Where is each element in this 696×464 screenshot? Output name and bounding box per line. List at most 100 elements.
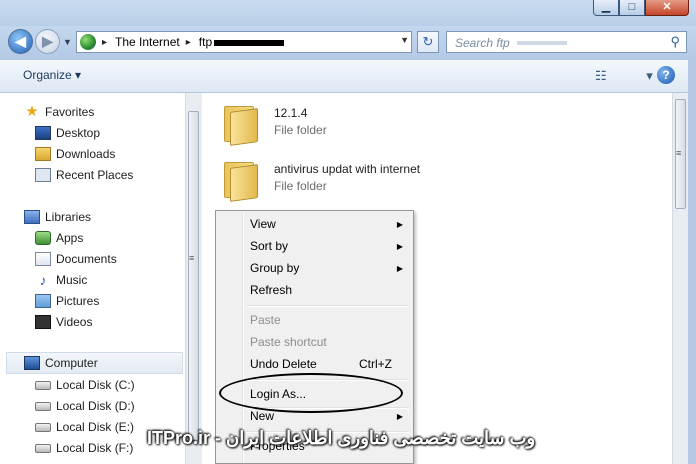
menu-item-label: View (250, 217, 276, 231)
menu-separator (246, 305, 409, 307)
downloads-folder-icon (35, 147, 51, 161)
nav-item-desktop[interactable]: Desktop (35, 123, 100, 143)
libraries-icon (24, 210, 40, 224)
menu-item-label: Group by (250, 261, 300, 275)
navigation-scrollbar-thumb[interactable] (188, 111, 199, 441)
nav-item-drive-d[interactable]: Local Disk (D:) (35, 396, 135, 416)
watermark-text: ITPro.ir - وب سایت تخصصی فناوری اطلاعات … (147, 428, 536, 448)
nav-label: Documents (56, 252, 117, 266)
nav-label: Computer (45, 356, 98, 370)
nav-item-drive-e[interactable]: Local Disk (E:) (35, 417, 134, 437)
address-bar-area: ◀ ▶ ▼ ▸ The Internet ▸ ftp ▼ ↻ Search ft… (0, 26, 696, 60)
menu-item-new[interactable]: New ▶ (218, 405, 411, 427)
content-scrollbar[interactable]: ≡ (672, 93, 689, 464)
submenu-arrow-icon: ▶ (396, 263, 403, 273)
nav-label: Downloads (56, 147, 116, 161)
nav-label: Pictures (56, 294, 100, 308)
file-name: antivirus updat with internet (274, 162, 421, 176)
nav-item-pictures[interactable]: Pictures (35, 291, 99, 311)
nav-label: Desktop (56, 126, 101, 140)
minimize-button[interactable]: ▁ (593, 0, 619, 16)
folder-icon (220, 160, 260, 202)
file-name: 12.1.4 (274, 106, 308, 120)
videos-icon (35, 315, 51, 329)
file-type: File folder (274, 123, 327, 137)
menu-item-label: Login As... (250, 387, 307, 401)
menu-item-label: Paste (250, 313, 281, 327)
window-frame-edge (688, 60, 696, 464)
back-button[interactable]: ◀ (8, 29, 33, 54)
menu-item-sort-by[interactable]: Sort by ▶ (218, 235, 411, 257)
hard-disk-icon (35, 422, 51, 432)
nav-item-videos[interactable]: Videos (35, 312, 92, 332)
nav-label: Favorites (45, 105, 95, 119)
submenu-arrow-icon: ▶ (396, 219, 403, 229)
nav-item-recent-places[interactable]: Recent Places (35, 165, 133, 185)
breadcrumb-the-internet[interactable]: The Internet (115, 35, 180, 49)
refresh-button[interactable]: ↻ (417, 31, 439, 53)
nav-item-downloads[interactable]: Downloads (35, 144, 115, 164)
nav-label: Libraries (45, 210, 92, 224)
forward-button[interactable]: ▶ (35, 29, 60, 54)
hard-disk-icon (35, 380, 51, 390)
breadcrumb-ftp[interactable]: ftp (199, 35, 212, 49)
navigation-scrollbar[interactable]: ≡ (185, 93, 202, 464)
breadcrumb-separator-icon[interactable]: ▸ (186, 37, 191, 48)
menu-item-paste-shortcut: Paste shortcut (218, 331, 411, 353)
documents-icon (35, 252, 51, 266)
menu-item-label: Refresh (250, 283, 293, 297)
nav-favorites[interactable]: ★ Favorites (24, 102, 94, 122)
nav-label: Local Disk (C:) (56, 378, 135, 392)
apps-icon (35, 231, 51, 245)
redacted-address (214, 40, 285, 46)
desktop-icon (35, 126, 51, 140)
search-icon[interactable]: ⚲ (670, 34, 680, 50)
menu-item-login-as[interactable]: Login As... (218, 383, 411, 405)
close-button[interactable]: ✕ (645, 0, 689, 16)
search-input[interactable]: Search ftp ⚲ (446, 31, 687, 53)
menu-item-paste: Paste (218, 309, 411, 331)
menu-item-label: Sort by (250, 239, 289, 253)
nav-label: Videos (56, 315, 93, 329)
list-item[interactable]: 12.1.4 File folder (220, 104, 327, 150)
breadcrumb-separator-icon[interactable]: ▸ (102, 37, 107, 48)
help-icon[interactable]: ? (657, 66, 675, 84)
context-menu: View ▶ Sort by ▶ Group by ▶ Refresh Past… (215, 210, 414, 464)
nav-label: Local Disk (F:) (56, 441, 134, 455)
hard-disk-icon (35, 401, 51, 411)
address-input[interactable]: ▸ The Internet ▸ ftp ▼ (76, 31, 412, 53)
menu-item-label: New (250, 409, 275, 423)
organize-button[interactable]: Organize ▾ (23, 68, 81, 82)
address-dropdown-icon[interactable]: ▼ (400, 35, 409, 45)
pictures-icon (35, 294, 51, 308)
menu-item-view[interactable]: View ▶ (218, 213, 411, 235)
nav-libraries[interactable]: Libraries (24, 207, 91, 227)
maximize-button[interactable]: □ (619, 0, 645, 16)
nav-item-apps[interactable]: Apps (35, 228, 83, 248)
music-note-icon: ♪ (39, 272, 47, 288)
nav-item-drive-f[interactable]: Local Disk (F:) (35, 438, 133, 458)
computer-icon (24, 356, 40, 370)
nav-item-documents[interactable]: Documents (35, 249, 117, 269)
file-type: File folder (274, 179, 327, 193)
hard-disk-icon (35, 443, 51, 453)
nav-label: Recent Places (56, 168, 134, 182)
recent-pages-dropdown[interactable]: ▼ (63, 37, 72, 47)
menu-item-label: Undo Delete (250, 357, 317, 371)
list-item[interactable]: antivirus updat with internet File folde… (220, 160, 420, 206)
menu-item-refresh[interactable]: Refresh (218, 279, 411, 301)
redacted-search (517, 41, 567, 45)
menu-item-label: Paste shortcut (250, 335, 327, 349)
nav-label: Music (56, 273, 88, 287)
nav-label: Apps (56, 231, 84, 245)
menu-item-undo-delete[interactable]: Undo Delete Ctrl+Z (218, 353, 411, 375)
nav-computer[interactable]: Computer (24, 353, 98, 373)
recent-places-icon (35, 168, 51, 182)
internet-globe-icon (80, 34, 96, 50)
nav-item-music[interactable]: ♪ Music (35, 270, 88, 290)
menu-item-group-by[interactable]: Group by ▶ (218, 257, 411, 279)
nav-item-drive-c[interactable]: Local Disk (C:) (35, 375, 135, 395)
star-icon: ★ (25, 103, 39, 120)
folder-icon (220, 104, 260, 146)
scrollbar-grip-icon: ≡ (189, 253, 195, 263)
